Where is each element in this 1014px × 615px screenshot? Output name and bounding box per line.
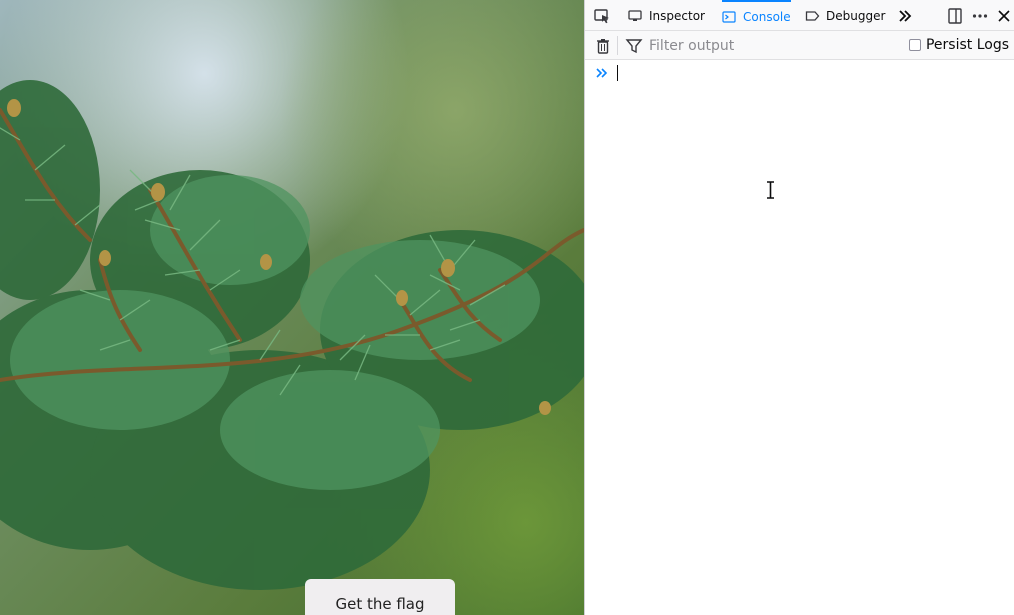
element-picker-icon[interactable] bbox=[593, 7, 611, 25]
text-caret bbox=[617, 65, 618, 81]
menu-dots-icon[interactable] bbox=[971, 7, 989, 25]
tab-debugger[interactable]: Debugger bbox=[805, 0, 885, 31]
persist-logs-label: Persist Logs bbox=[925, 37, 1009, 53]
dock-side-icon[interactable] bbox=[946, 7, 964, 25]
console-icon bbox=[722, 10, 738, 24]
chevron-double-right-icon bbox=[596, 68, 608, 78]
divider bbox=[617, 36, 618, 55]
tab-console[interactable]: Console bbox=[722, 0, 791, 31]
console-filter-bar: Persist Logs bbox=[585, 31, 1014, 60]
tab-label: Debugger bbox=[826, 8, 886, 23]
tab-label: Console bbox=[743, 9, 791, 24]
debugger-icon bbox=[805, 9, 821, 23]
ibeam-cursor-icon bbox=[767, 181, 774, 199]
console-input-line[interactable] bbox=[585, 60, 1014, 86]
filter-icon bbox=[625, 37, 643, 55]
close-icon[interactable] bbox=[995, 7, 1013, 25]
checkbox-box[interactable] bbox=[908, 39, 921, 51]
get-the-flag-button[interactable]: Get the flag bbox=[305, 579, 455, 615]
trash-icon[interactable] bbox=[594, 37, 612, 55]
filter-output-input[interactable] bbox=[649, 36, 899, 55]
web-page: Get the flag bbox=[0, 0, 584, 615]
devtools-panel: Inspector Console Debugger Filter output… bbox=[584, 0, 1014, 615]
persist-logs-checkbox[interactable]: Persist Logs bbox=[908, 37, 1009, 53]
pine-branch-photo bbox=[0, 0, 584, 615]
more-tabs-icon[interactable] bbox=[896, 7, 914, 25]
inspector-icon bbox=[628, 9, 644, 23]
devtools-toolbar: Inspector Console Debugger bbox=[585, 0, 1014, 31]
tab-inspector[interactable]: Inspector bbox=[628, 0, 705, 31]
tab-label: Inspector bbox=[649, 8, 705, 23]
